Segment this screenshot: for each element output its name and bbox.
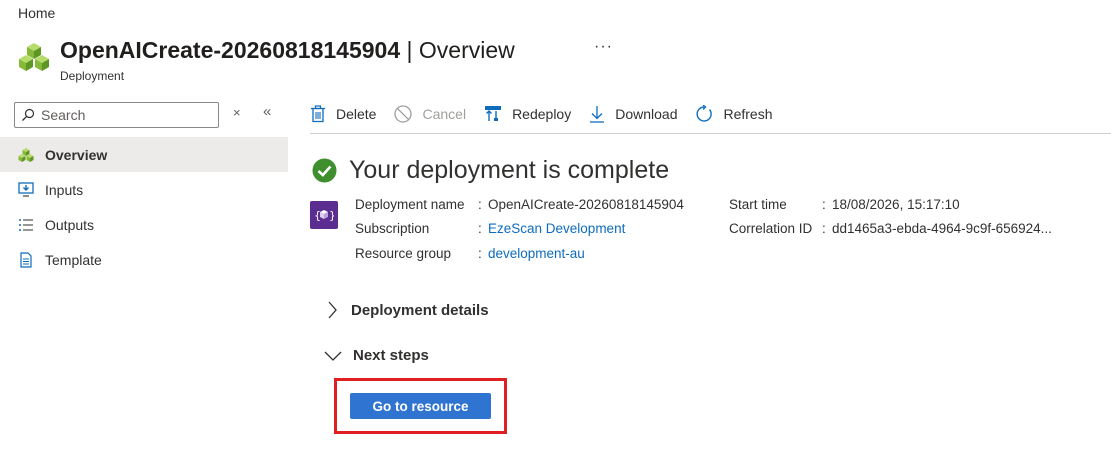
deployment-status: Your deployment is complete [312,156,669,185]
deployment-resource-icon [19,43,49,71]
sidebar-item-inputs[interactable]: Inputs [0,172,288,207]
trash-icon [311,105,325,123]
resource-type-subtitle: Deployment [60,69,125,83]
template-icon [18,251,34,268]
sidebar-item-label: Outputs [45,216,95,233]
download-button[interactable]: Download [589,105,677,123]
search-icon [22,108,35,121]
title-separator: | [400,37,419,63]
deployment-details-label: Deployment details [351,301,489,319]
colon: : [822,221,826,236]
page-name: Overview [418,37,515,63]
deployment-name-label: Deployment name [355,197,465,212]
download-label: Download [615,106,678,122]
search-box[interactable] [14,102,219,128]
deployment-info-left: Deployment name : OpenAICreate-202608181… [355,197,715,272]
success-check-icon [312,158,337,183]
collapse-sidebar-button[interactable]: « [263,103,271,120]
start-time-label: Start time [729,197,787,212]
chevron-right-icon [328,301,337,319]
redeploy-label: Redeploy [512,106,572,122]
delete-button[interactable]: Delete [310,105,376,123]
search-input[interactable] [41,107,211,123]
page-title: OpenAICreate-20260818145904 | Overview [60,36,515,64]
sidebar-item-outputs[interactable]: Outputs [0,207,288,242]
go-to-resource-button[interactable]: Go to resource [350,393,491,419]
deployment-details-toggle[interactable]: Deployment details [324,300,489,320]
colon: : [478,221,482,236]
cancel-button[interactable]: Cancel [394,105,466,123]
resource-group-link[interactable]: development-au [488,246,585,261]
delete-label: Delete [336,106,377,122]
start-time-value: 18/08/2026, 15:17:10 [832,197,960,212]
cancel-icon [394,105,413,123]
svg-text:{: { [314,209,321,222]
sidebar-item-label: Inputs [45,181,84,198]
resource-name: OpenAICreate-20260818145904 [60,37,401,63]
download-icon [590,106,605,123]
colon: : [478,197,482,212]
refresh-button[interactable]: Refresh [695,105,773,123]
sidebar-nav: Overview Inputs Outputs Template [0,137,288,277]
more-actions-button[interactable]: ··· [594,38,613,56]
svg-text:}: } [329,209,334,222]
breadcrumb[interactable]: Home [18,5,55,21]
correlation-id-label: Correlation ID [729,221,813,236]
colon: : [478,246,482,261]
sidebar-item-label: Template [45,251,102,268]
overview-icon [18,147,34,163]
refresh-icon [696,105,713,122]
next-steps-toggle[interactable]: Next steps [324,347,429,364]
cancel-label: Cancel [422,106,467,122]
sidebar-item-overview[interactable]: Overview [0,137,288,172]
chevron-down-icon [324,351,342,361]
outputs-icon [18,217,34,233]
colon: : [822,197,826,212]
page-header: OpenAICreate-20260818145904 | Overview [18,36,515,73]
redeploy-button[interactable]: Redeploy [484,105,571,123]
next-steps-label: Next steps [353,347,429,364]
resource-group-label: Resource group [355,246,452,261]
refresh-label: Refresh [723,106,773,122]
sidebar-item-template[interactable]: Template [0,242,288,277]
inputs-icon [18,181,34,198]
redeploy-icon [485,106,502,121]
clear-search-button[interactable]: × [233,105,241,120]
sidebar-item-label: Overview [45,146,108,163]
correlation-id-value: dd1465a3-ebda-4964-9c9f-656924... [832,221,1052,236]
subscription-link[interactable]: EzeScan Development [488,221,625,236]
command-bar: Delete Cancel Redeploy Download Refresh [310,98,791,130]
deployment-icon: { } [310,201,338,229]
status-message: Your deployment is complete [349,156,670,184]
toolbar-divider [310,133,1111,134]
deployment-info-right: Start time : 18/08/2026, 15:17:10 Correl… [729,197,1104,247]
deployment-name-value: OpenAICreate-20260818145904 [488,197,684,212]
subscription-label: Subscription [355,221,430,236]
